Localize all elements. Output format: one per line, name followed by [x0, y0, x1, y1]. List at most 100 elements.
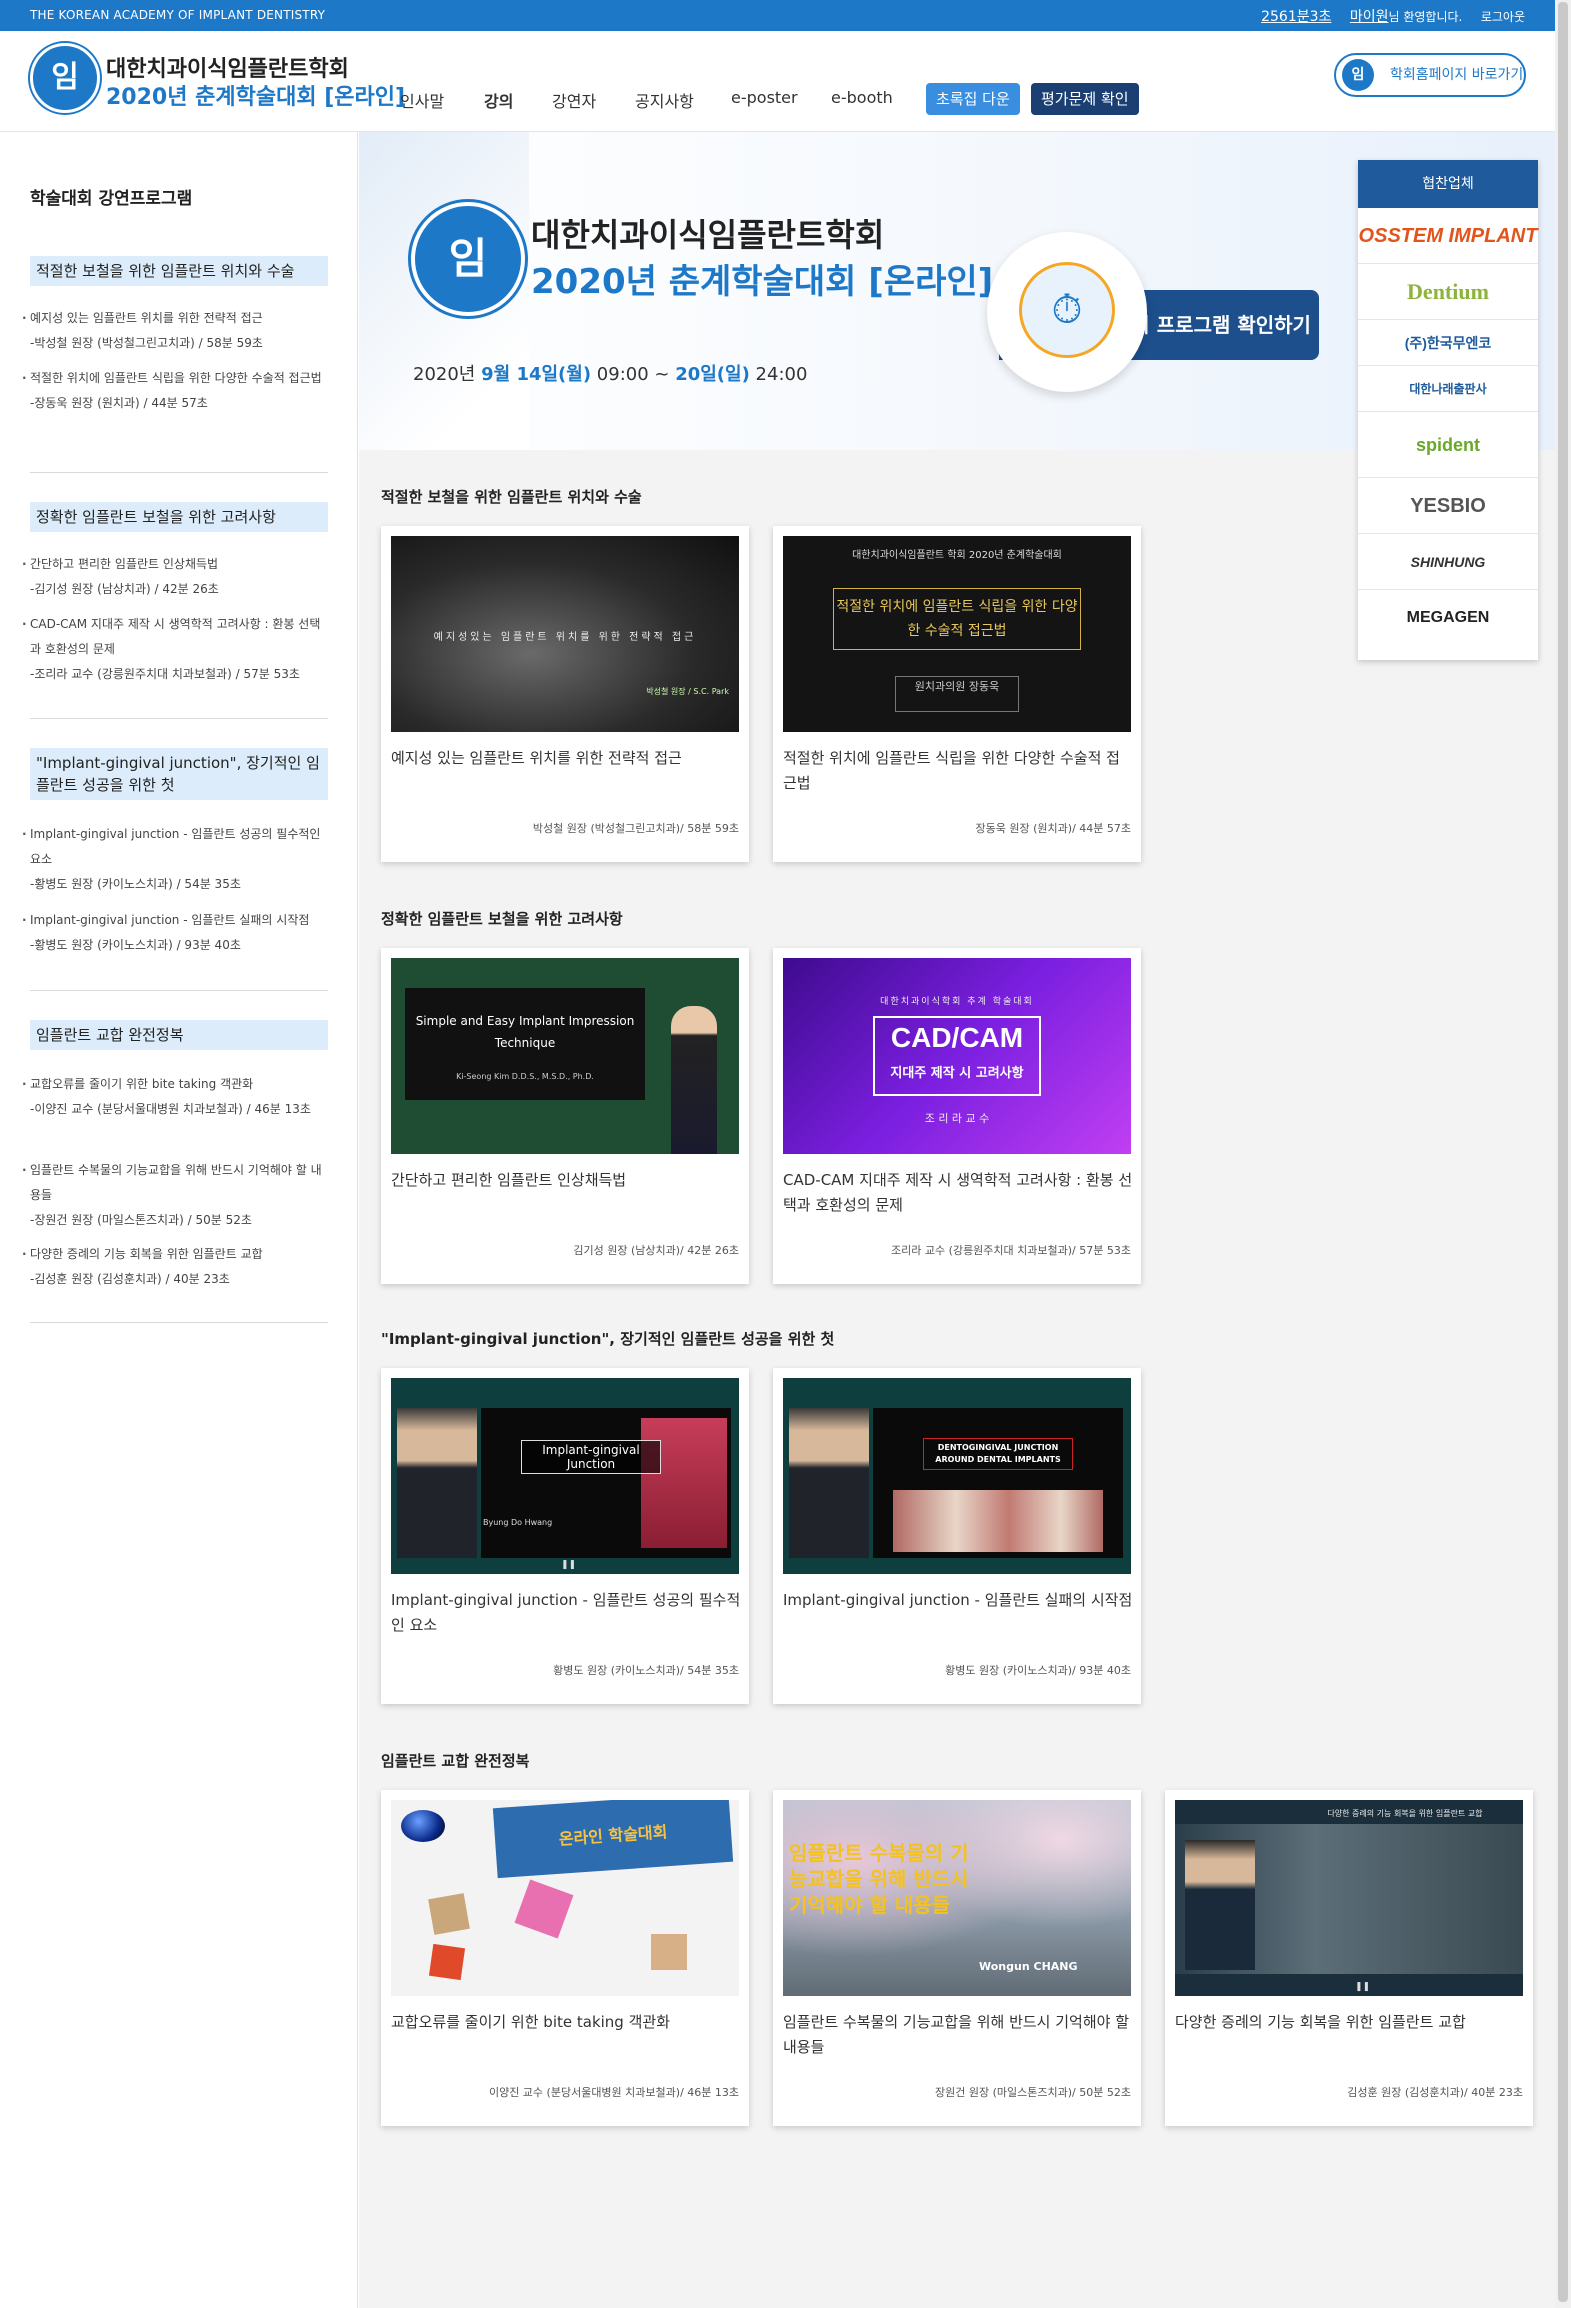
quiz-check-button[interactable]: 평가문제 확인 [1031, 83, 1139, 115]
sidebar-lecture-item[interactable]: Implant-gingival junction - 임플란트 성공의 필수적… [22, 822, 322, 897]
sponsor-dentium[interactable]: Dentium [1358, 264, 1538, 320]
scrollbar-thumb[interactable] [1558, 2, 1568, 2302]
sidebar-title: 학술대회 강연프로그램 [30, 189, 193, 209]
sidebar-item-speaker: -김기성 원장 (남상치과) / 42분 26초 [30, 582, 219, 596]
slide-caption: Ki-Seong Kim D.D.S., M.S.D., Ph.D. [456, 1072, 594, 1081]
sidebar-section-heading[interactable]: 정확한 임플란트 보철을 위한 고려사항 [30, 502, 328, 532]
lecture-title: CAD-CAM 지대주 제작 시 생역학적 고려사항 : 환봉 선택과 호환성의… [783, 1171, 1133, 1214]
nav-lectures[interactable]: 강의 [484, 88, 513, 112]
slide-title: Simple and Easy Implant Impression Techn… [415, 1014, 635, 1050]
sponsor-panel: 협찬업체 OSSTEM IMPLANT Dentium (주)한국무엔코 대한나… [1358, 160, 1538, 660]
sidebar-item-speaker: -이양진 교수 (분당서울대병원 치과보철과) / 46분 13초 [30, 1102, 311, 1116]
lecture-speaker: 박성철 원장 (박성철그린고치과)/ 58분 59초 [532, 822, 739, 835]
sidebar-item-speaker: -박성철 원장 (박성철그린고치과) / 58분 59초 [30, 336, 263, 350]
lecture-speaker: 김성훈 원장 (김성훈치과)/ 40분 23초 [1347, 2086, 1523, 2099]
sidebar-item-title: 적절한 위치에 임플란트 식립을 위한 다양한 수술적 접근법 [30, 371, 322, 385]
academy-logo-icon[interactable]: 임 [30, 43, 100, 113]
sidebar-section-heading[interactable]: "Implant-gingival junction", 장기적인 임플란트 성… [30, 748, 328, 800]
nav-eposter[interactable]: e-poster [731, 88, 798, 107]
globe-icon [401, 1810, 445, 1842]
sidebar-lecture-item[interactable]: 예지성 있는 임플란트 위치를 위한 전략적 접근 -박성철 원장 (박성철그린고… [22, 306, 322, 356]
lecture-card[interactable]: 예지성있는 임플란트 위치를 위한 전략적 접근 박성철 원장 / S.C. P… [381, 526, 749, 862]
sponsor-hankook-muenko[interactable]: (주)한국무엔코 [1358, 320, 1538, 366]
lecture-thumbnail[interactable]: DENTOGINGIVAL JUNCTION AROUND DENTAL IMP… [783, 1378, 1131, 1574]
sidebar-lecture-item[interactable]: 다양한 증례의 기능 회복을 위한 임플란트 교합 -김성훈 원장 (김성훈치과)… [22, 1242, 322, 1292]
lecture-speaker: 장동욱 원장 (원치과)/ 44분 57초 [975, 822, 1131, 835]
slide-caption: 조 리 라 교 수 [924, 1112, 990, 1125]
occlusion-sample [428, 1943, 466, 1981]
lecture-title: 임플란트 수복물의 기능교합을 위해 반드시 기억해야 할 내용들 [783, 2013, 1130, 2056]
lecture-thumbnail[interactable]: Implant-gingival Junction Byung Do Hwang… [391, 1378, 739, 1574]
section-title: 임플란트 교합 완전정복 [381, 1752, 530, 1770]
sponsor-osstem[interactable]: OSSTEM IMPLANT [1358, 208, 1538, 264]
sidebar-lecture-item[interactable]: 적절한 위치에 임플란트 식립을 위한 다양한 수술적 접근법 -장동욱 원장 (… [22, 366, 322, 416]
sidebar-divider [30, 718, 328, 719]
user-name[interactable]: 마이원 [1350, 9, 1389, 25]
banner-date-end: 20일(일) [675, 364, 750, 385]
banner-date: 2020년 9월 14일(월) 09:00 ~ 20일(일) 24:00 [413, 360, 807, 386]
sidebar-item-speaker: -장원건 원장 (마일스톤즈치과) / 50분 52초 [30, 1213, 252, 1227]
sidebar-lecture-item[interactable]: 간단하고 편리한 임플란트 인상채득법 -김기성 원장 (남상치과) / 42분 … [22, 552, 322, 602]
lecture-speaker: 김기성 원장 (남상치과)/ 42분 26초 [573, 1244, 739, 1257]
banner-date-start: 9월 14일(월) [481, 364, 592, 385]
slide-header: 대한치과이식임플란트 학회 2020년 춘계학술대회 [852, 550, 1062, 561]
slide-title: Implant-gingival Junction [521, 1440, 661, 1474]
lecture-thumbnail[interactable]: 온라인 학술대회 [391, 1800, 739, 1996]
sidebar-section-heading[interactable]: 임플란트 교합 완전정복 [30, 1020, 328, 1050]
lecture-title: 적절한 위치에 임플란트 식립을 위한 다양한 수술적 접근법 [783, 749, 1120, 792]
sidebar-item-speaker: -김성훈 원장 (김성훈치과) / 40분 23초 [30, 1272, 230, 1286]
lecture-card[interactable]: Implant-gingival Junction Byung Do Hwang… [381, 1368, 749, 1704]
pause-icon[interactable]: ❚❚ [1355, 1982, 1370, 1992]
sidebar-lecture-item[interactable]: 교합오류를 줄이기 위한 bite taking 객관화 -이양진 교수 (분당서… [22, 1072, 322, 1122]
sponsor-yesbio[interactable]: YESBIO [1358, 478, 1538, 534]
lecture-thumbnail[interactable]: 다양한 증례의 기능 회복을 위한 임플란트 교합 ❚❚ [1175, 1800, 1523, 1996]
logo-subtitle[interactable]: 2020년 춘계학술대회 [온라인] [106, 79, 405, 111]
nav-speakers[interactable]: 강연자 [552, 88, 596, 112]
slide-subtitle: 지대주 제작 시 고려사항 [890, 1066, 1024, 1081]
lecture-speaker: 이양진 교수 (분당서울대병원 치과보철과)/ 46분 13초 [488, 2086, 739, 2099]
banner-date-mid: 09:00 ~ [591, 364, 676, 385]
speaker-figure [671, 1006, 717, 1154]
banner-subtitle: 2020년 춘계학술대회 [온라인] [531, 262, 994, 302]
nav-greeting[interactable]: 인사말 [400, 88, 444, 112]
lecture-thumbnail[interactable]: 대한치과이식학회 추계 학술대회 CAD/CAM 지대주 제작 시 고려사항 조… [783, 958, 1131, 1154]
nav-notices[interactable]: 공지사항 [635, 88, 694, 112]
academy-home-link[interactable]: 임 학회홈페이지 바로가기 [1334, 53, 1526, 97]
sidebar-lecture-item[interactable]: 임플란트 수복물의 기능교합을 위해 반드시 기억해야 할 내용들 -장원건 원장… [22, 1158, 322, 1233]
sponsor-megagen[interactable]: MEGAGEN [1358, 590, 1538, 646]
abstract-download-button[interactable]: 초록집 다운 [926, 83, 1020, 115]
sponsor-spident[interactable]: spident [1358, 412, 1538, 478]
banner-title: 대한치과이식임플란트학회 [531, 216, 885, 254]
lecture-card[interactable]: 온라인 학술대회 교합오류를 줄이기 위한 bite taking 객관화 이양… [381, 1790, 749, 2126]
site-header: 임 대한치과이식임플란트학회 2020년 춘계학술대회 [온라인] 인사말 강의… [0, 31, 1555, 132]
welcome-text: 님 환영합니다. [1388, 10, 1463, 24]
sidebar-lecture-item[interactable]: CAD-CAM 지대주 제작 시 생역학적 고려사항 : 환봉 선택과 호환성의… [22, 612, 322, 687]
sponsor-daehan-narae[interactable]: 대한나래출판사 [1358, 366, 1538, 412]
schedule-badge[interactable]: ⏱ [987, 232, 1147, 392]
occlusion-sample [428, 1893, 470, 1935]
lecture-card[interactable]: 임플란트 수복물의 기능교합을 위해 반드시 기억해야 할 내용들 Wongun… [773, 1790, 1141, 2126]
lecture-card[interactable]: 다양한 증례의 기능 회복을 위한 임플란트 교합 ❚❚ 다양한 증례의 기능 … [1165, 1790, 1533, 2126]
page-scrollbar[interactable] [1555, 0, 1571, 2308]
lecture-thumbnail[interactable]: 대한치과이식임플란트 학회 2020년 춘계학술대회 적절한 위치에 임플란트 … [783, 536, 1131, 732]
session-timer: 2561분3초 [1261, 9, 1332, 25]
lecture-thumbnail[interactable]: 예지성있는 임플란트 위치를 위한 전략적 접근 박성철 원장 / S.C. P… [391, 536, 739, 732]
lecture-card[interactable]: DENTOGINGIVAL JUNCTION AROUND DENTAL IMP… [773, 1368, 1141, 1704]
sidebar-item-title: 간단하고 편리한 임플란트 인상채득법 [30, 557, 219, 571]
sidebar-section-heading[interactable]: 적절한 보철을 위한 임플란트 위치와 수술 [30, 256, 328, 286]
speaker-figure [397, 1408, 477, 1558]
home-link-label: 학회홈페이지 바로가기 [1390, 67, 1524, 83]
lecture-card[interactable]: 대한치과이식학회 추계 학술대회 CAD/CAM 지대주 제작 시 고려사항 조… [773, 948, 1141, 1284]
slide-title: 다양한 증례의 기능 회복을 위한 임플란트 교합 [1327, 1809, 1483, 1818]
banner-seal-icon: 임 [411, 202, 525, 316]
slide-text: 예지성있는 임플란트 위치를 위한 전략적 접근 [433, 632, 697, 643]
lecture-card[interactable]: 대한치과이식임플란트 학회 2020년 춘계학술대회 적절한 위치에 임플란트 … [773, 526, 1141, 862]
sidebar-lecture-item[interactable]: Implant-gingival junction - 임플란트 실패의 시작점… [22, 908, 322, 958]
lecture-thumbnail[interactable]: Simple and Easy Implant Impression Techn… [391, 958, 739, 1154]
sponsor-shinhung[interactable]: SHINHUNG [1358, 534, 1538, 590]
pause-icon[interactable]: ❚❚ [561, 1560, 576, 1570]
logout-link[interactable]: 로그아웃 [1481, 10, 1525, 24]
lecture-thumbnail[interactable]: 임플란트 수복물의 기능교합을 위해 반드시 기억해야 할 내용들 Wongun… [783, 1800, 1131, 1996]
lecture-card[interactable]: Simple and Easy Implant Impression Techn… [381, 948, 749, 1284]
nav-ebooth[interactable]: e-booth [831, 88, 893, 107]
